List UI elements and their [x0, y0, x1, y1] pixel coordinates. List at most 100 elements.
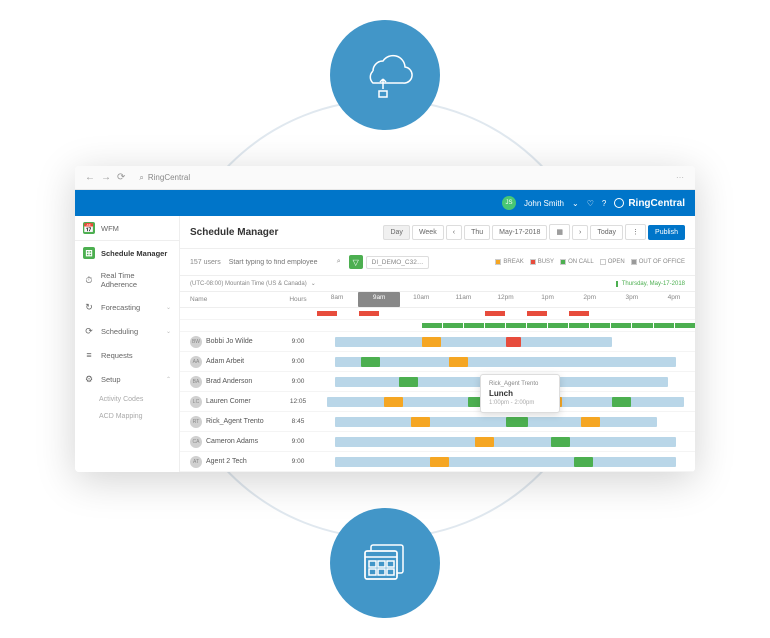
search-icon[interactable]: ⌕ — [337, 258, 341, 266]
calendar-icon[interactable]: ▦ — [549, 224, 570, 240]
schedule-row[interactable]: ATAgent 2 Tech9:00 — [180, 452, 695, 472]
nav-refresh-icon[interactable]: ⟳ — [117, 172, 125, 183]
help-icon[interactable]: ? — [602, 199, 606, 208]
view-week-button[interactable]: Week — [412, 225, 444, 240]
gantt-bar[interactable] — [506, 417, 529, 427]
gantt-bar[interactable] — [335, 337, 612, 347]
aggregate-row-bottom — [180, 320, 695, 332]
gantt-lane[interactable] — [316, 435, 695, 449]
gantt-bar[interactable] — [475, 437, 494, 447]
sidebar-icon: ⊞ — [83, 247, 95, 259]
agent-name: Cameron Adams — [206, 438, 258, 445]
legend-item: BREAK — [495, 259, 523, 265]
page-title: Schedule Manager — [190, 227, 278, 238]
sidebar-sub-activity-codes[interactable]: Activity Codes — [75, 391, 179, 408]
gantt-lane[interactable] — [316, 455, 695, 469]
today-button[interactable]: Today — [590, 225, 623, 240]
gantt-bar[interactable] — [335, 357, 676, 367]
agent-name: Adam Arbeit — [206, 358, 244, 365]
cloud-touch-icon — [330, 20, 440, 130]
nav-forward-icon[interactable]: → — [101, 172, 111, 183]
next-button[interactable]: › — [572, 225, 588, 240]
search-icon: ⌕ — [139, 173, 143, 183]
sidebar-label: WFM — [101, 224, 119, 233]
filter-chip[interactable]: DI_DEMO_C32… — [366, 256, 430, 269]
filter-icon[interactable]: ▽ — [349, 255, 363, 269]
agent-hours: 9:00 — [280, 438, 316, 445]
gantt-bar[interactable] — [335, 437, 676, 447]
legend-item: OUT OF OFFICE — [631, 259, 685, 265]
windows-grid-icon — [330, 508, 440, 618]
schedule-row[interactable]: RTRick_Agent Trento8:45 — [180, 412, 695, 432]
gantt-bar[interactable] — [551, 437, 570, 447]
agent-avatar: AT — [190, 456, 202, 468]
agent-avatar: BW — [190, 336, 202, 348]
chevron-down-icon[interactable]: ⌄ — [572, 199, 579, 208]
agent-name: Lauren Comer — [206, 398, 251, 405]
chevron-icon: ⌄ — [166, 328, 171, 335]
sidebar-sub-acd-mapping[interactable]: ACD Mapping — [75, 408, 179, 425]
chevron-icon: ⌃ — [166, 376, 171, 383]
col-hours-header[interactable]: Hours — [280, 292, 316, 307]
gantt-bar[interactable] — [581, 417, 600, 427]
schedule-row[interactable]: BABrad Anderson9:00 — [180, 372, 695, 392]
sidebar-icon: ⏱ — [83, 274, 95, 286]
agent-avatar: RT — [190, 416, 202, 428]
gantt-bar[interactable] — [335, 457, 676, 467]
browser-menu-icon[interactable]: ⋯ — [676, 173, 685, 182]
user-name[interactable]: John Smith — [524, 199, 564, 208]
gantt-bar[interactable] — [422, 337, 441, 347]
sidebar-item-schedule-manager[interactable]: ⊞Schedule Manager — [75, 241, 179, 265]
sidebar-item-requests[interactable]: ≡Requests — [75, 343, 179, 367]
prev-button[interactable]: ‹ — [446, 225, 462, 240]
schedule-row[interactable]: LCLauren Comer12:05 — [180, 392, 695, 412]
gantt-bar[interactable] — [574, 457, 593, 467]
gantt-bar[interactable] — [399, 377, 418, 387]
gantt-lane[interactable] — [316, 335, 695, 349]
gantt-lane[interactable] — [316, 415, 695, 429]
gantt-bar[interactable] — [449, 357, 468, 367]
time-slot[interactable]: 4pm — [653, 292, 695, 307]
time-slot[interactable]: 8am — [316, 292, 358, 307]
time-slot[interactable]: 12pm — [484, 292, 526, 307]
date-label: Thursday, May-17-2018 — [616, 281, 685, 287]
activity-tooltip: Rick_Agent Trento Lunch 1:00pm - 2:00pm — [480, 374, 560, 413]
agent-name: Rick_Agent Trento — [206, 418, 264, 425]
timezone-label[interactable]: (UTC-08:00) Mountain Time (US & Canada) — [190, 281, 307, 287]
employee-search-input[interactable] — [229, 259, 329, 266]
time-slot[interactable]: 2pm — [569, 292, 611, 307]
view-day-button[interactable]: Day — [383, 225, 409, 240]
gantt-bar[interactable] — [506, 337, 521, 347]
gantt-bar[interactable] — [335, 417, 657, 427]
more-button[interactable]: ⋮ — [625, 224, 646, 240]
sidebar-item-real-time-adherence[interactable]: ⏱Real Time Adherence — [75, 265, 179, 295]
nav-back-icon[interactable]: ← — [85, 172, 95, 183]
user-avatar[interactable]: JS — [502, 196, 516, 210]
agent-hours: 9:00 — [280, 358, 316, 365]
schedule-row[interactable]: BWBobbi Jo Wilde9:00 — [180, 332, 695, 352]
time-slot[interactable]: 1pm — [527, 292, 569, 307]
sidebar-item-scheduling[interactable]: ⟳Scheduling⌄ — [75, 319, 179, 343]
time-slot[interactable]: 10am — [400, 292, 442, 307]
sidebar-item-setup[interactable]: ⚙Setup⌃ — [75, 367, 179, 391]
gantt-bar[interactable] — [612, 397, 631, 407]
address-bar[interactable]: ⌕ RingCentral — [131, 173, 670, 183]
gantt-bar[interactable] — [430, 457, 449, 467]
gantt-bar[interactable] — [411, 417, 430, 427]
url-text: RingCentral — [148, 173, 190, 182]
time-slot[interactable]: 11am — [442, 292, 484, 307]
publish-button[interactable]: Publish — [648, 225, 685, 240]
date-display[interactable]: May-17-2018 — [492, 225, 547, 240]
bell-icon[interactable]: ♡ — [587, 199, 594, 208]
sidebar-item-forecasting[interactable]: ↻Forecasting⌄ — [75, 295, 179, 319]
schedule-row[interactable]: CACameron Adams9:00 — [180, 432, 695, 452]
sidebar-item-wfm[interactable]: 📅WFM — [75, 216, 179, 241]
time-slot[interactable]: 9am — [358, 292, 400, 307]
col-name-header[interactable]: Name — [180, 292, 280, 307]
gantt-lane[interactable] — [316, 355, 695, 369]
agent-avatar: AA — [190, 356, 202, 368]
gantt-bar[interactable] — [384, 397, 403, 407]
gantt-bar[interactable] — [361, 357, 380, 367]
schedule-row[interactable]: AA Adam Arbeit 9:00 — [180, 352, 695, 372]
time-slot[interactable]: 3pm — [611, 292, 653, 307]
